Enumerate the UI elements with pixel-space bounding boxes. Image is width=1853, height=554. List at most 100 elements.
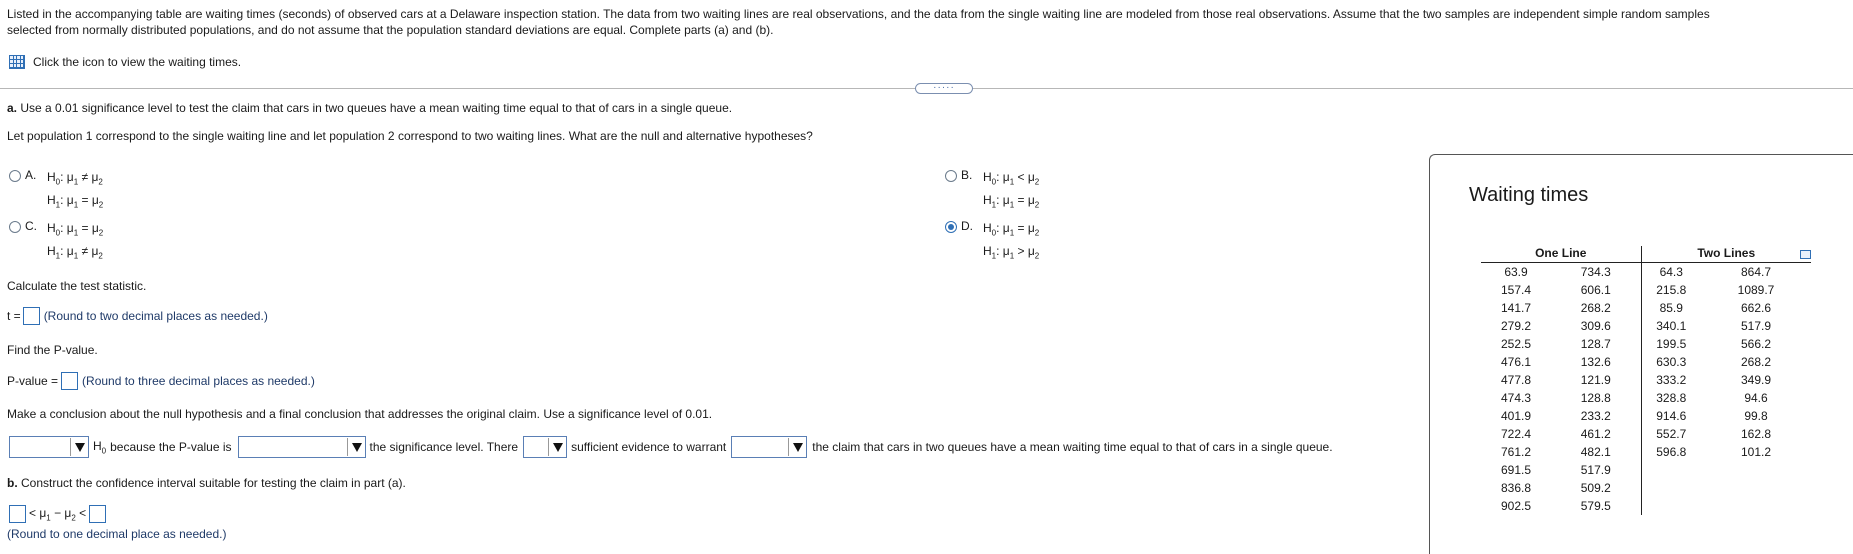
table-icon[interactable] [9, 55, 25, 69]
two-lines-cell: 1089.7 [1737, 282, 1775, 297]
option-b-radio[interactable] [945, 170, 957, 182]
intro-line-2: selected from normally distributed popul… [7, 23, 774, 37]
option-b-hypotheses: H0: μ1 < μ2 H1: μ1 = μ2 [983, 170, 1040, 210]
view-data-label[interactable]: Click the icon to view the waiting times… [33, 55, 241, 69]
option-a-radio[interactable] [9, 170, 21, 182]
option-d-radio-selected[interactable] [945, 221, 957, 233]
table-row: 477.8 121.9 333.2 349.9 [1481, 370, 1811, 389]
two-lines-cell [1701, 461, 1811, 479]
two-lines-cell: 333.2 [1656, 372, 1687, 387]
one-line-cell: 141.7 [1500, 300, 1532, 315]
one-line-cell: 132.6 [1551, 352, 1642, 371]
ci-lower-input[interactable] [9, 505, 26, 523]
table-row: 902.5 579.5 [1481, 496, 1811, 515]
evidence-dropdown[interactable] [523, 436, 568, 458]
one-line-cell: 474.3 [1500, 390, 1532, 405]
table-row: 141.7 268.2 85.9 662.6 [1481, 298, 1811, 317]
one-line-cell: 836.8 [1500, 480, 1532, 495]
option-b-h0-relation: < [1017, 170, 1025, 184]
one-line-cell: 128.8 [1551, 388, 1642, 407]
test-stat-prompt: Calculate the test statistic. [7, 279, 147, 293]
one-line-cell: 279.2 [1500, 318, 1532, 333]
conclusion-row: H0 because the P-value is the significan… [9, 436, 1333, 458]
two-lines-cell: 662.6 [1740, 300, 1772, 315]
two-lines-cell [1641, 497, 1701, 515]
one-line-cell: 121.9 [1551, 370, 1642, 389]
waiting-times-table: One Line Two Lines 63.9 734.3 64.3 864.7 157… [1481, 246, 1811, 515]
concl-h0-text: because the P-value is [110, 440, 232, 454]
part-a-prompt: a. Use a 0.01 significance level to test… [7, 101, 733, 115]
table-row: 63.9 734.3 64.3 864.7 [1481, 262, 1811, 281]
one-line-cell: 157.4 [1500, 282, 1532, 297]
option-c-hypotheses: H0: μ1 = μ2 H1: μ1 ≠ μ2 [47, 221, 104, 261]
two-lines-cell [1701, 479, 1811, 497]
two-lines-cell: 99.8 [1744, 408, 1768, 423]
table-row: 252.5 128.7 199.5 566.2 [1481, 334, 1811, 353]
divider-handle[interactable]: ····· [915, 83, 973, 94]
option-c-letter: C. [25, 219, 37, 233]
option-d[interactable]: D. H0: μ1 = μ2 H1: μ1 > μ2 [945, 219, 1039, 266]
one-line-cell: 517.9 [1551, 460, 1642, 479]
pvalue-note: (Round to three decimal places as needed… [82, 374, 315, 388]
two-lines-cell: 340.1 [1656, 318, 1687, 333]
chevron-down-icon[interactable] [75, 442, 85, 452]
option-d-hypotheses: H0: μ1 = μ2 H1: μ1 > μ2 [983, 221, 1040, 261]
one-line-cell: 761.2 [1500, 444, 1532, 459]
h0-decision-dropdown[interactable] [9, 436, 89, 458]
one-line-cell: 509.2 [1551, 478, 1642, 497]
part-b-prompt: b. Construct the confidence interval sui… [7, 476, 406, 490]
two-lines-cell: 64.3 [1659, 264, 1683, 279]
concl-evidence-text: sufficient evidence to warrant [571, 440, 727, 454]
option-a-h0-relation: ≠ [81, 170, 89, 184]
two-lines-cell: 101.2 [1740, 444, 1772, 459]
two-lines-cell: 349.9 [1740, 372, 1772, 387]
option-a-letter: A. [25, 168, 37, 182]
one-line-cell: 309.6 [1551, 316, 1642, 335]
two-lines-cell: 94.6 [1744, 390, 1768, 405]
one-line-cell: 63.9 [1504, 264, 1528, 279]
two-lines-cell [1641, 479, 1701, 497]
claim-action-dropdown[interactable] [731, 436, 808, 458]
one-line-cell: 476.1 [1500, 354, 1532, 369]
two-lines-cell: 215.8 [1656, 282, 1687, 297]
chevron-down-icon[interactable] [793, 442, 804, 452]
intro-line-1: Listed in the accompanying table are wai… [7, 7, 1710, 21]
two-lines-cell: 199.5 [1656, 336, 1687, 351]
view-data-link[interactable]: Click the icon to view the waiting times… [9, 55, 241, 69]
table-row: 722.4 461.2 552.7 162.8 [1481, 424, 1811, 443]
two-lines-cell: 596.8 [1656, 444, 1687, 459]
option-c-h1-relation: ≠ [81, 244, 89, 259]
option-a[interactable]: A. H0: μ1 ≠ μ2 H1: μ1 = μ2 [9, 168, 103, 215]
t-row: t = (Round to two decimal places as need… [7, 307, 268, 325]
ci-expression: < μ1 − μ2 < [29, 505, 87, 523]
one-line-cell: 477.8 [1500, 372, 1532, 387]
hypothesis-instruction: Let population 1 correspond to the singl… [7, 129, 813, 143]
table-row: 401.9 233.2 914.6 99.8 [1481, 406, 1811, 425]
t-input[interactable] [22, 307, 40, 325]
two-lines-cell [1641, 461, 1701, 479]
option-c-radio[interactable] [9, 221, 21, 233]
option-c[interactable]: C. H0: μ1 = μ2 H1: μ1 ≠ μ2 [9, 219, 103, 266]
one-line-cell: 128.7 [1551, 334, 1642, 353]
one-line-cell: 722.4 [1500, 426, 1532, 441]
one-line-cell: 734.3 [1551, 262, 1642, 281]
pvalue-input[interactable] [61, 372, 79, 390]
part-a-prompt-text: Use a 0.01 significance level to test th… [17, 101, 733, 115]
option-c-h0-relation: = [81, 221, 89, 235]
pvalue-row: P-value = (Round to three decimal places… [7, 372, 315, 390]
header-one-line: One Line [1481, 246, 1642, 263]
header-two-lines: Two Lines [1641, 246, 1811, 263]
chevron-down-icon[interactable] [351, 442, 362, 452]
option-d-letter: D. [961, 219, 973, 233]
one-line-cell: 252.5 [1500, 336, 1532, 351]
chevron-down-icon[interactable] [553, 442, 564, 452]
ci-upper-input[interactable] [89, 505, 107, 523]
table-row: 761.2 482.1 596.8 101.2 [1481, 442, 1811, 461]
t-note: (Round to two decimal places as needed.) [43, 309, 268, 323]
t-label: t = [7, 309, 21, 323]
option-b[interactable]: B. H0: μ1 < μ2 H1: μ1 = μ2 [945, 168, 1039, 215]
concl-claim-text: the claim that cars in two queues have a… [812, 440, 1333, 454]
table-row: 691.5 517.9 [1481, 460, 1811, 479]
table-row: 476.1 132.6 630.3 268.2 [1481, 352, 1811, 371]
pvalue-comparison-dropdown[interactable] [237, 436, 366, 458]
